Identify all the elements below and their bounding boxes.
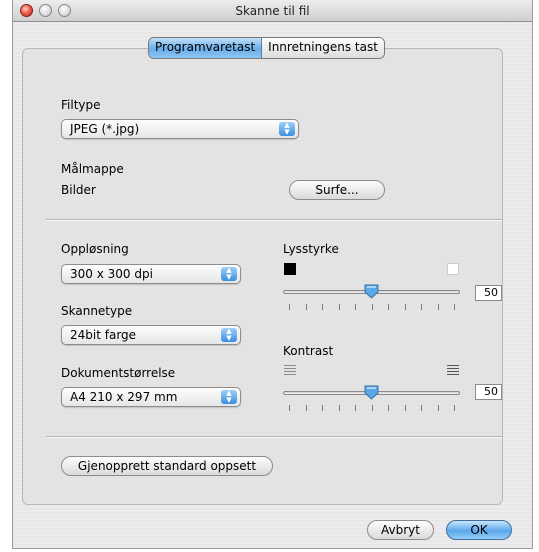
docsize-value: A4 210 x 297 mm bbox=[70, 390, 178, 404]
popup-arrows-icon: ▲ ▼ bbox=[221, 267, 237, 281]
high-contrast-icon bbox=[447, 364, 459, 375]
contrast-value-field[interactable]: 50 bbox=[475, 384, 502, 400]
low-contrast-icon bbox=[284, 364, 296, 375]
tab-software-key[interactable]: Programvaretast bbox=[149, 38, 263, 58]
dark-square-icon bbox=[284, 263, 296, 275]
slider-tick bbox=[322, 405, 323, 411]
resolution-value: 300 x 300 dpi bbox=[70, 267, 153, 281]
resolution-popup[interactable]: 300 x 300 dpi ▲ ▼ bbox=[61, 264, 241, 284]
scantype-popup[interactable]: 24bit farge ▲ ▼ bbox=[61, 325, 241, 345]
docsize-label: Dokumentstørrelse bbox=[61, 366, 176, 380]
separator-top bbox=[46, 219, 502, 220]
resolution-label: Oppløsning bbox=[61, 242, 129, 256]
slider-tick bbox=[404, 304, 406, 310]
destination-label: Målmappe bbox=[61, 162, 124, 176]
slider-thumb[interactable] bbox=[364, 385, 379, 400]
slider-tick bbox=[371, 405, 373, 411]
popup-arrows-icon: ▲ ▼ bbox=[221, 390, 237, 404]
scantype-value: 24bit farge bbox=[70, 328, 137, 342]
slider-tick bbox=[388, 405, 389, 411]
slider-tick bbox=[322, 304, 323, 310]
scantype-label: Skannetype bbox=[61, 304, 133, 318]
cancel-button[interactable]: Avbryt bbox=[367, 520, 434, 540]
slider-tick bbox=[289, 304, 290, 310]
slider-tick bbox=[338, 304, 340, 310]
slider-tick bbox=[404, 405, 406, 411]
brightness-value-field[interactable]: 50 bbox=[475, 285, 502, 301]
docsize-popup[interactable]: A4 210 x 297 mm ▲ ▼ bbox=[61, 387, 241, 407]
restore-defaults-button[interactable]: Gjenopprett standard oppsett bbox=[61, 456, 273, 476]
slider-tick bbox=[289, 405, 290, 411]
slider-tick bbox=[355, 304, 356, 310]
slider-tick bbox=[388, 304, 389, 310]
filetype-label: Filtype bbox=[61, 98, 101, 112]
separator-bottom bbox=[46, 436, 502, 437]
light-square-icon bbox=[447, 263, 459, 275]
contrast-label: Kontrast bbox=[283, 344, 334, 358]
slider-ticks bbox=[283, 405, 460, 411]
slider-thumb[interactable] bbox=[364, 284, 379, 299]
slider-tick bbox=[371, 304, 373, 310]
browse-button[interactable]: Surfe... bbox=[289, 180, 385, 200]
filetype-popup[interactable]: JPEG (*.jpg) ▲ ▼ bbox=[61, 119, 299, 139]
slider-tick bbox=[437, 405, 439, 411]
filetype-value: JPEG (*.jpg) bbox=[70, 122, 140, 136]
slider-tick bbox=[355, 405, 356, 411]
slider-tick bbox=[454, 304, 455, 310]
ok-button[interactable]: OK bbox=[446, 520, 512, 540]
slider-tick bbox=[421, 304, 422, 310]
slider-tick bbox=[421, 405, 422, 411]
window-title: Skanne til fil bbox=[235, 4, 310, 18]
popup-arrows-icon: ▲ ▼ bbox=[221, 328, 237, 342]
slider-ticks bbox=[283, 304, 460, 310]
tab-bar: Programvaretast Innretningens tast bbox=[149, 38, 384, 58]
slider-tick bbox=[305, 405, 307, 411]
slider-tick bbox=[305, 304, 307, 310]
title-bar[interactable]: Skanne til fil bbox=[13, 0, 532, 22]
brightness-label: Lysstyrke bbox=[283, 242, 339, 256]
slider-tick bbox=[437, 304, 439, 310]
slider-tick bbox=[454, 405, 455, 411]
destination-folder: Bilder bbox=[61, 183, 96, 197]
popup-arrows-icon: ▲ ▼ bbox=[279, 122, 295, 136]
slider-tick bbox=[338, 405, 340, 411]
tab-device-key[interactable]: Innretningens tast bbox=[262, 38, 384, 58]
